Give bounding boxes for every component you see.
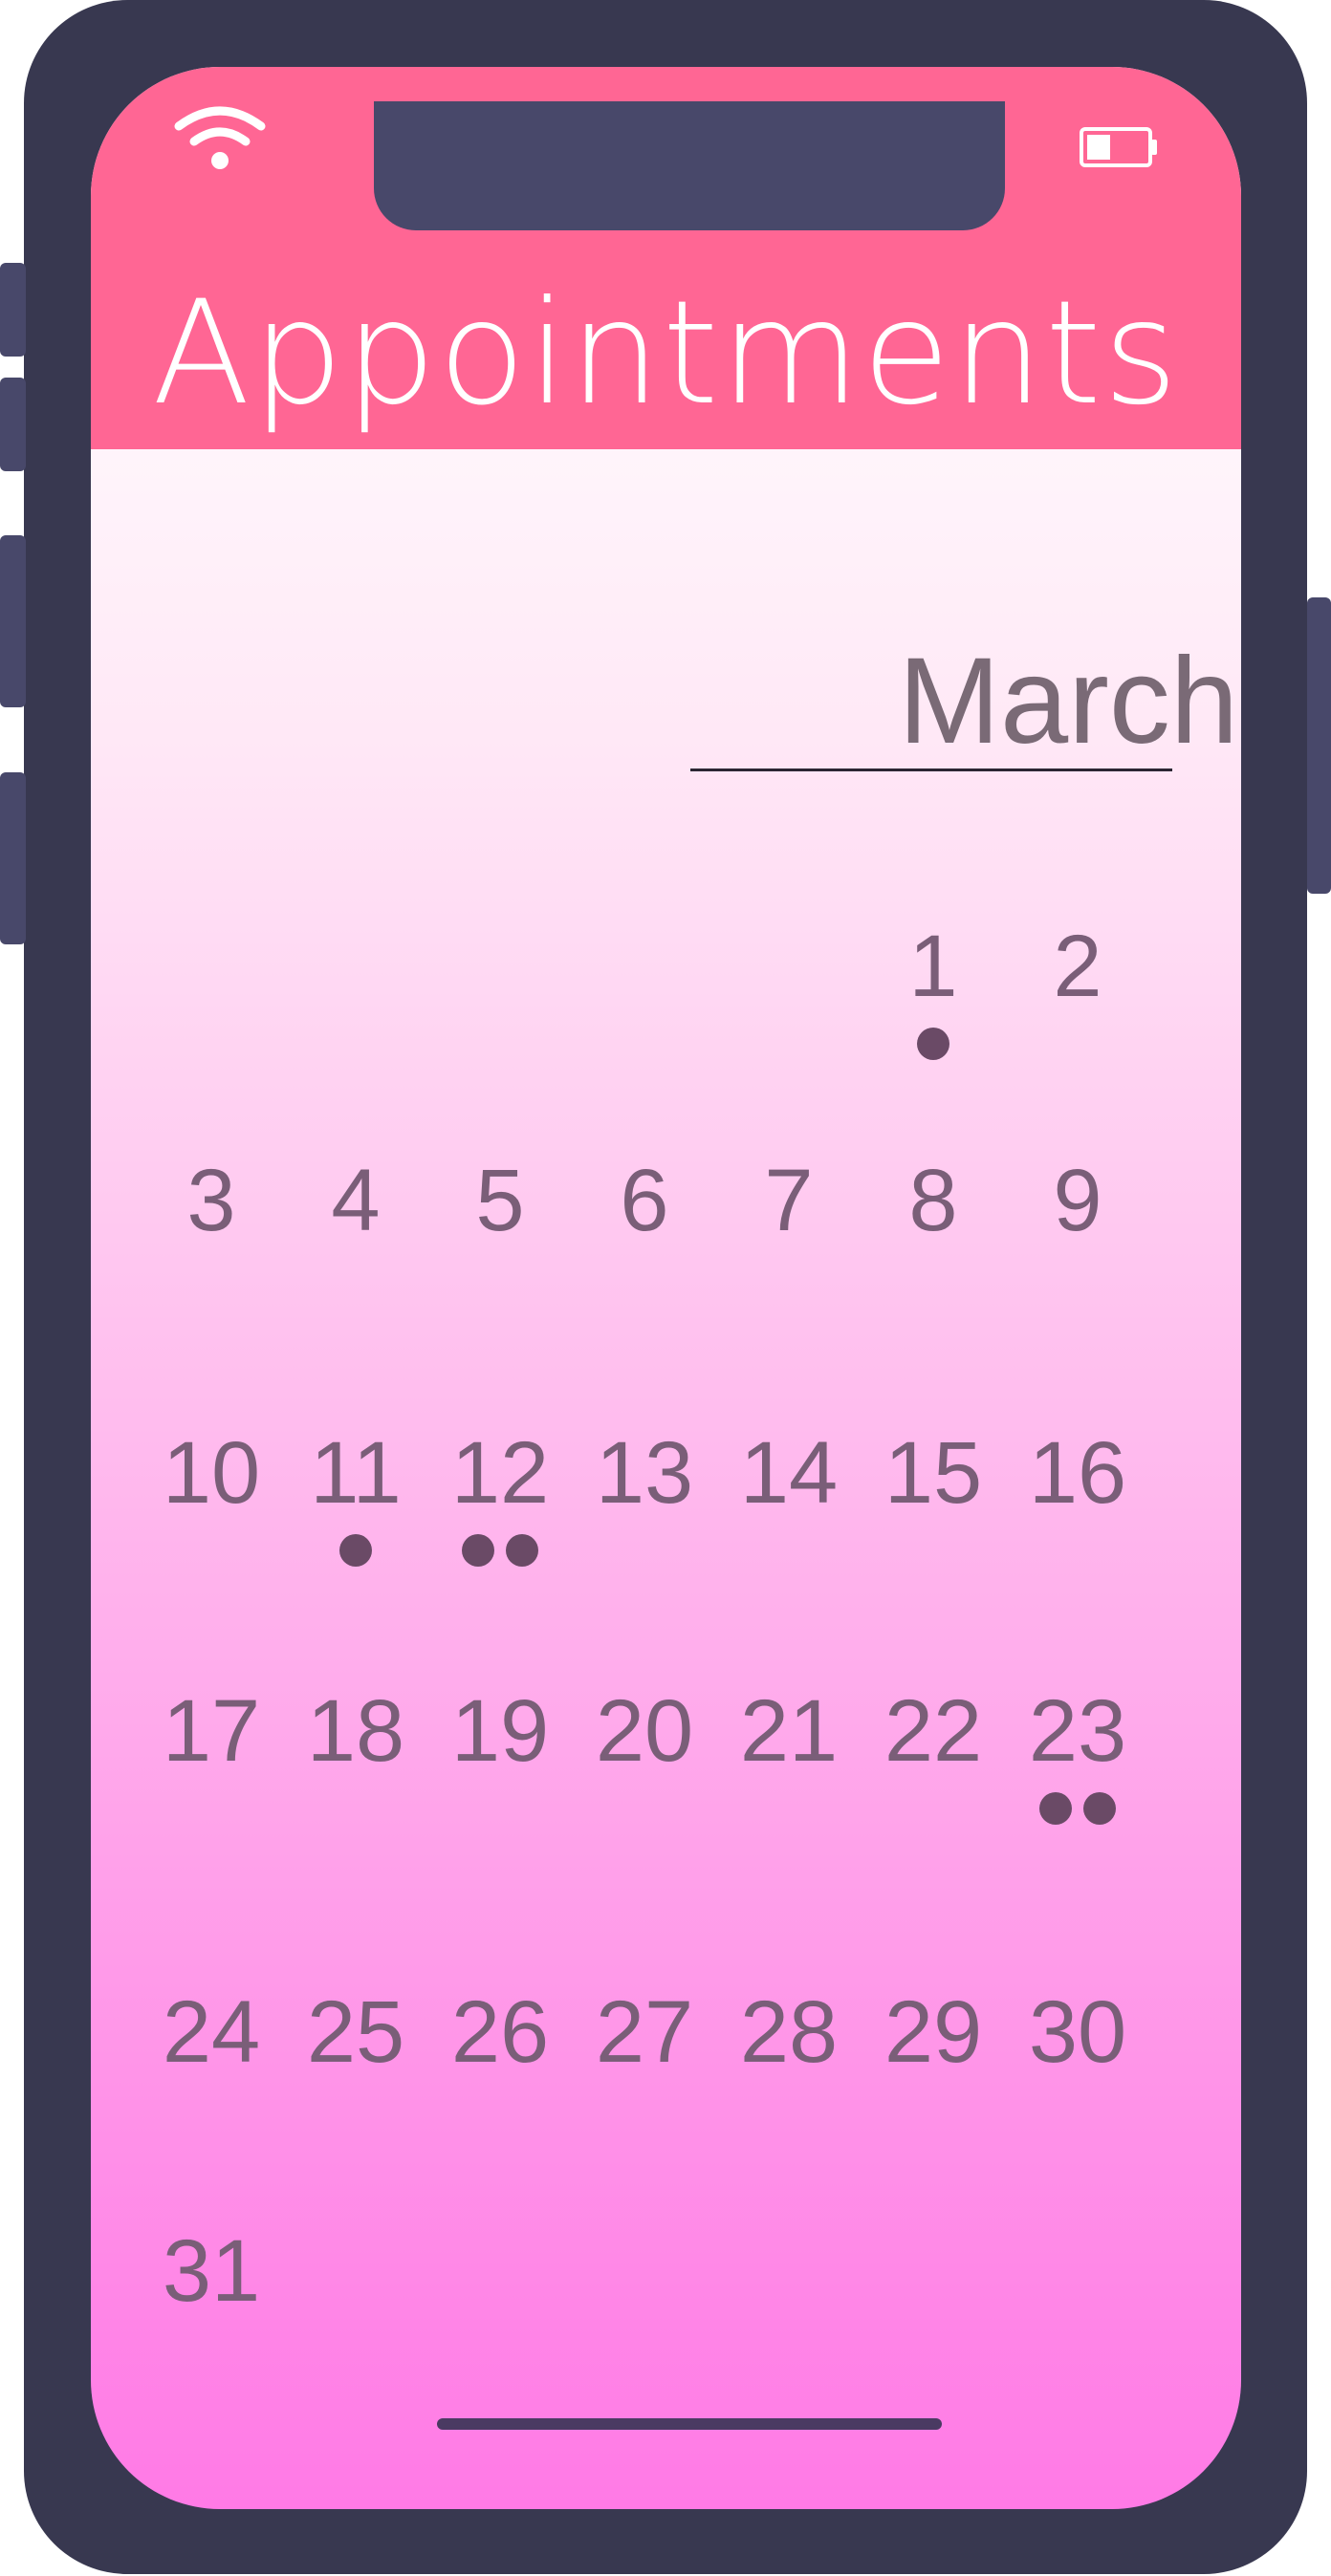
calendar-day[interactable]: 3: [139, 1157, 284, 1245]
appointment-indicator: [283, 1534, 428, 1567]
calendar-day[interactable]: 17: [139, 1687, 284, 1775]
calendar-day[interactable]: 4: [283, 1157, 428, 1245]
calendar-day[interactable]: 22: [861, 1687, 1006, 1775]
calendar-day[interactable]: 20: [572, 1687, 717, 1775]
calendar-day[interactable]: 21: [716, 1687, 862, 1775]
calendar-day[interactable]: 15: [861, 1429, 1006, 1517]
appointment-indicator: [427, 1534, 573, 1567]
calendar-day[interactable]: 31: [139, 2227, 284, 2315]
appointment-dot: [917, 1028, 949, 1060]
calendar-grid: 1 2 3 4 5 6 7 8 9 10 11 12 13 14 15 16 17 18 19 20 21 22 23 24 2…: [91, 67, 1241, 2509]
calendar-day[interactable]: 11: [283, 1429, 428, 1517]
appointment-dot: [506, 1534, 538, 1567]
appointment-indicator: [1005, 1792, 1150, 1825]
calendar-day[interactable]: 7: [716, 1157, 862, 1245]
home-indicator[interactable]: [437, 2418, 942, 2430]
calendar-day[interactable]: 25: [283, 1988, 428, 2076]
calendar-day[interactable]: 9: [1005, 1157, 1150, 1245]
calendar-day[interactable]: 10: [139, 1429, 284, 1517]
calendar-day[interactable]: 19: [427, 1687, 573, 1775]
calendar-day[interactable]: 29: [861, 1988, 1006, 2076]
calendar-day[interactable]: 18: [283, 1687, 428, 1775]
side-button-power[interactable]: [1307, 597, 1331, 894]
calendar-day[interactable]: 30: [1005, 1988, 1150, 2076]
calendar-day[interactable]: 1: [861, 922, 1006, 1010]
appointment-indicator: [861, 1028, 1006, 1060]
side-button-extra[interactable]: [0, 772, 26, 944]
calendar-day[interactable]: 26: [427, 1988, 573, 2076]
calendar-day[interactable]: 24: [139, 1988, 284, 2076]
phone-frame: Appointments March 1 2 3 4 5 6 7 8 9 10 11 12 13 14 15…: [0, 0, 1331, 2574]
appointment-dot: [1083, 1792, 1116, 1825]
calendar-day[interactable]: 8: [861, 1157, 1006, 1245]
calendar-day[interactable]: 2: [1005, 922, 1150, 1010]
screen: Appointments March 1 2 3 4 5 6 7 8 9 10 11 12 13 14 15…: [91, 67, 1241, 2509]
side-button-volume-up[interactable]: [0, 378, 26, 471]
calendar-day[interactable]: 12: [427, 1429, 573, 1517]
appointment-dot: [462, 1534, 494, 1567]
calendar-day[interactable]: 14: [716, 1429, 862, 1517]
side-button-mute[interactable]: [0, 263, 26, 357]
calendar-day[interactable]: 16: [1005, 1429, 1150, 1517]
calendar-day[interactable]: 28: [716, 1988, 862, 2076]
appointment-dot: [339, 1534, 372, 1567]
side-button-volume-down[interactable]: [0, 535, 26, 707]
calendar-day[interactable]: 27: [572, 1988, 717, 2076]
calendar-day[interactable]: 5: [427, 1157, 573, 1245]
calendar-day[interactable]: 6: [572, 1157, 717, 1245]
calendar-day[interactable]: 23: [1005, 1687, 1150, 1775]
appointment-dot: [1039, 1792, 1072, 1825]
calendar-day[interactable]: 13: [572, 1429, 717, 1517]
